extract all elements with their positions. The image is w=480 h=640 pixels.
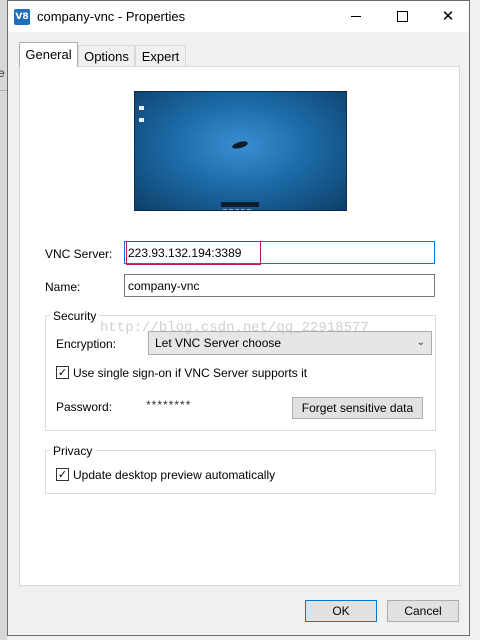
minimize-button[interactable] (333, 1, 379, 32)
title-bar[interactable]: V8 company-vnc - Properties ✕ (8, 1, 469, 32)
tab-general[interactable]: General (19, 42, 78, 67)
window-title: company-vnc - Properties (37, 9, 186, 24)
cancel-button[interactable]: Cancel (387, 600, 459, 622)
background-divider (0, 90, 7, 91)
update-preview-label: Update desktop preview automatically (73, 468, 276, 482)
vnc-server-label: VNC Server: (45, 247, 113, 261)
desktop-icon (139, 106, 144, 110)
name-input[interactable] (124, 274, 435, 297)
desktop-preview-image (134, 91, 347, 211)
vnc-app-icon: V8 (14, 9, 30, 25)
minimize-icon (351, 16, 361, 17)
close-icon: ✕ (441, 7, 455, 25)
background-app-edge (0, 0, 7, 640)
desktop-icon (139, 118, 144, 122)
privacy-legend: Privacy (50, 444, 96, 458)
close-button[interactable]: ✕ (425, 1, 471, 32)
name-label: Name: (45, 280, 81, 294)
properties-dialog: V8 company-vnc - Properties ✕ General Op… (7, 0, 470, 636)
forget-sensitive-data-button[interactable]: Forget sensitive data (292, 397, 423, 419)
tab-options[interactable]: Options (78, 45, 135, 67)
chevron-down-icon: ⌄ (416, 337, 425, 348)
security-legend: Security (50, 309, 100, 323)
encryption-label: Encryption: (56, 337, 117, 351)
maximize-icon (397, 11, 408, 22)
sso-label: Use single sign-on if VNC Server support… (73, 366, 308, 380)
background-app-text: e (0, 66, 5, 80)
encryption-selected-value: Let VNC Server choose (155, 336, 282, 350)
maximize-button[interactable] (379, 1, 425, 32)
update-preview-checkbox[interactable]: ✓ (56, 468, 69, 481)
tab-expert[interactable]: Expert (135, 45, 186, 67)
ok-button[interactable]: OK (305, 600, 377, 622)
wallpaper-logo (231, 140, 249, 150)
encryption-select[interactable]: Let VNC Server choose ⌄ (148, 331, 432, 355)
vnc-server-input[interactable] (124, 241, 435, 264)
password-label: Password: (56, 400, 113, 414)
sso-checkbox[interactable]: ✓ (56, 366, 69, 379)
remote-taskbar (221, 202, 259, 210)
password-value: ******** (146, 398, 192, 412)
